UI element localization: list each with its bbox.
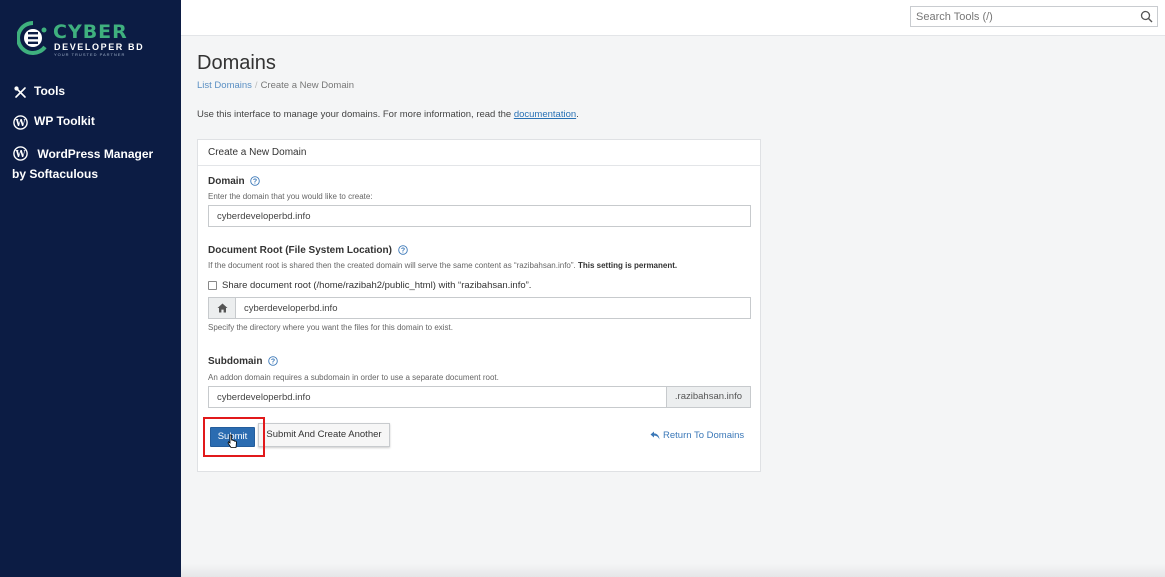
brand-name-mid: DEVELOPER BD [54, 42, 145, 52]
domain-field-wrap [208, 205, 751, 227]
docroot-label-text: Document Root (File System Location) [208, 245, 392, 256]
sidebar-item-wp-toolkit[interactable]: W WP Toolkit [0, 110, 181, 140]
domain-label-text: Domain [208, 176, 245, 187]
subdomain-field-wrap: .razibahsan.info [208, 386, 751, 408]
share-docroot-checkbox[interactable] [208, 281, 217, 290]
breadcrumb-separator: / [254, 80, 258, 91]
share-docroot-row[interactable]: Share document root (/home/razibah2/publ… [208, 280, 531, 291]
breadcrumb: List Domains / Create a New Domain [197, 80, 354, 91]
intro-text: Use this interface to manage your domain… [197, 109, 579, 120]
svg-text:W: W [14, 119, 26, 129]
tools-icon [12, 84, 28, 100]
share-docroot-label: Share document root (/home/razibah2/publ… [222, 280, 532, 291]
docroot-permanent-note: This setting is permanent. [577, 261, 678, 270]
page-title: Domains [197, 52, 276, 74]
top-bar [181, 0, 1165, 36]
docroot-field-wrap [208, 297, 751, 319]
return-to-domains-link[interactable]: Return To Domains [650, 430, 744, 441]
brand-logo-icon [17, 21, 47, 55]
return-to-domains-label: Return To Domains [663, 430, 745, 441]
home-icon [209, 298, 236, 318]
wordpress-icon: W [12, 114, 28, 130]
subdomain-input[interactable] [209, 387, 664, 408]
create-domain-panel: Create a New Domain Domain ? Enter the d… [197, 139, 761, 472]
wordpress-icon: W [12, 146, 28, 162]
subdomain-suffix: .razibahsan.info [665, 387, 750, 407]
brand-logo[interactable]: CYBER DEVELOPER BD YOUR TRUSTED PARTNER [17, 21, 147, 57]
svg-text:W: W [14, 150, 26, 160]
subdomain-label: Subdomain ? [208, 356, 278, 367]
sidebar-item-label: Tools [34, 84, 66, 98]
breadcrumb-list-domains[interactable]: List Domains [197, 80, 252, 91]
bottom-strip [181, 564, 1165, 577]
submit-and-create-another-button[interactable]: Submit And Create Another [258, 423, 390, 447]
domain-input[interactable] [209, 206, 750, 227]
svg-text:?: ? [253, 179, 257, 186]
sidebar-nav: Tools W WP Toolkit W WordPress Manager b… [0, 80, 181, 181]
intro-text-body: Use this interface to manage your domain… [197, 109, 514, 120]
subdomain-label-text: Subdomain [208, 356, 263, 367]
sidebar-item-tools[interactable]: Tools [0, 80, 181, 110]
intro-text-end: . [576, 109, 579, 120]
docroot-hint: If the document root is shared then the … [208, 261, 677, 270]
search-box [910, 6, 1158, 27]
breadcrumb-current: Create a New Domain [260, 80, 355, 91]
documentation-link[interactable]: documentation [514, 109, 576, 120]
search-icon[interactable] [1140, 10, 1153, 23]
domain-hint: Enter the domain that you would like to … [208, 192, 373, 201]
sidebar-item-label: WP Toolkit [34, 114, 95, 128]
mouse-pointer-icon [227, 434, 237, 448]
domain-label: Domain ? [208, 176, 261, 187]
brand-name-top: CYBER [53, 21, 128, 43]
docroot-help-text: Specify the directory where you want the… [208, 323, 454, 332]
help-icon[interactable]: ? [268, 356, 278, 366]
help-icon[interactable]: ? [250, 176, 261, 186]
docroot-label: Document Root (File System Location) ? [208, 245, 408, 256]
docroot-hint-text: If the document root is shared then the … [208, 261, 578, 270]
sidebar: CYBER DEVELOPER BD YOUR TRUSTED PARTNER … [0, 0, 181, 577]
return-arrow-icon [650, 431, 660, 440]
brand-tagline: YOUR TRUSTED PARTNER [54, 52, 126, 57]
docroot-input[interactable] [209, 298, 750, 319]
sidebar-item-label: WordPress Manager by Softaculous [12, 147, 154, 181]
help-icon[interactable]: ? [397, 245, 408, 255]
svg-text:?: ? [401, 248, 405, 255]
search-input[interactable] [911, 7, 1131, 27]
panel-title: Create a New Domain [198, 140, 760, 166]
sidebar-item-wordpress-manager[interactable]: W WordPress Manager by Softaculous [0, 140, 181, 181]
svg-text:?: ? [271, 359, 275, 366]
subdomain-hint: An addon domain requires a subdomain in … [208, 373, 499, 382]
